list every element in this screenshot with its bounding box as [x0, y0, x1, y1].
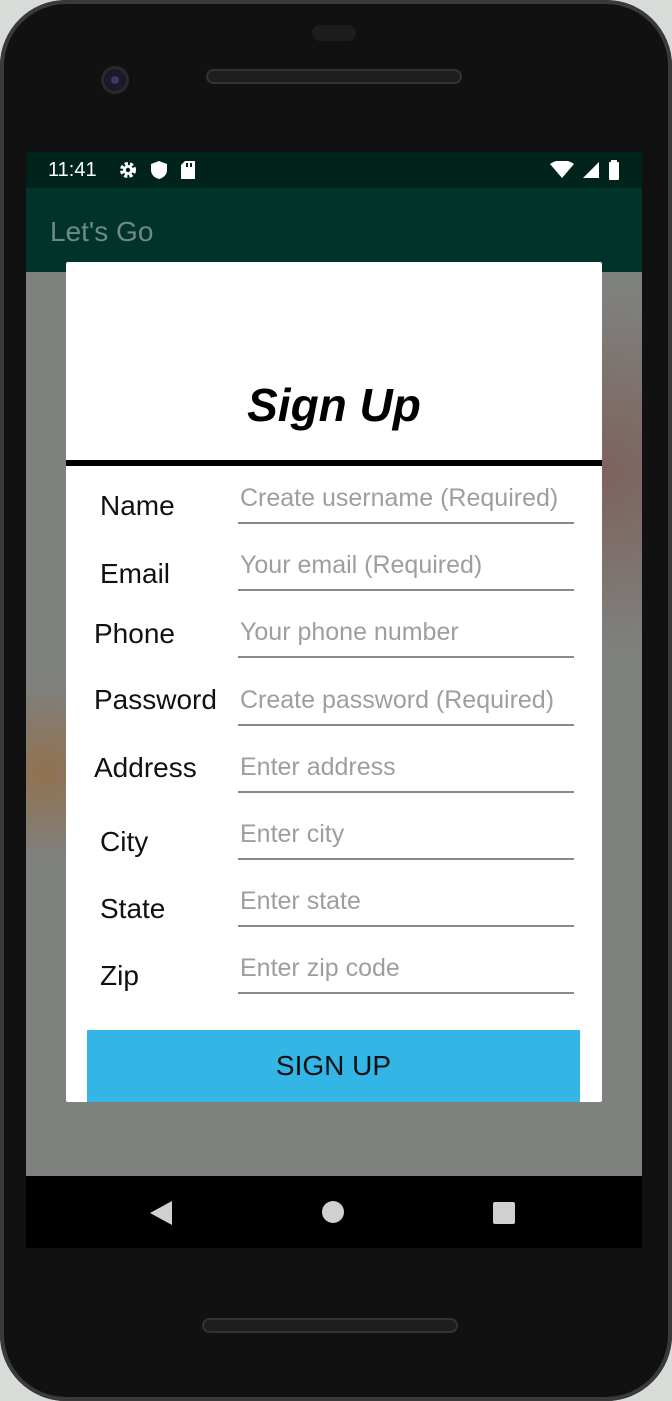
- name-row: Name: [66, 474, 602, 534]
- city-label: City: [100, 826, 149, 857]
- email-label: Email: [100, 558, 171, 589]
- wifi-icon: [550, 160, 574, 184]
- front-camera: [101, 66, 129, 94]
- name-label: Name: [100, 490, 175, 521]
- signup-dialog: Sign Up Name Email Phone Password Addres…: [66, 262, 602, 1102]
- battery-icon: [608, 160, 620, 185]
- bottom-speaker: [202, 1318, 458, 1333]
- city-row: City: [66, 812, 602, 872]
- sd-card-icon: [180, 160, 196, 185]
- home-icon[interactable]: [322, 1201, 344, 1223]
- zip-row: Zip: [66, 948, 602, 1008]
- recents-icon[interactable]: [493, 1202, 515, 1224]
- earpiece: [312, 25, 356, 41]
- zip-input[interactable]: [238, 950, 574, 994]
- address-label: Address: [94, 752, 197, 783]
- status-bar: 11:41: [26, 152, 642, 188]
- shield-icon: [150, 160, 168, 185]
- phone-row: Phone: [66, 610, 602, 670]
- status-time: 11:41: [48, 159, 97, 181]
- signal-icon: [582, 161, 600, 184]
- email-input[interactable]: [238, 547, 574, 591]
- email-row: Email: [66, 542, 602, 602]
- name-input[interactable]: [238, 480, 574, 524]
- city-input[interactable]: [238, 816, 574, 860]
- password-row: Password: [66, 676, 602, 736]
- dialog-title: Sign Up: [247, 379, 421, 431]
- sign-up-button[interactable]: SIGN UP: [87, 1030, 580, 1102]
- app-title: Let's Go: [50, 216, 154, 247]
- address-row: Address: [66, 744, 602, 804]
- state-label: State: [100, 893, 166, 924]
- phone-label: Phone: [94, 618, 175, 649]
- gear-icon: [118, 160, 138, 185]
- title-divider: [66, 460, 602, 466]
- top-speaker: [206, 69, 462, 84]
- app-bar: Let's Go: [26, 188, 642, 272]
- zip-label: Zip: [100, 960, 139, 991]
- navigation-bar: [26, 1176, 642, 1248]
- state-row: State: [66, 880, 602, 940]
- password-label: Password: [94, 684, 217, 715]
- phone-frame: 11:41 Let's Go Sign Up Name Create usern…: [0, 0, 672, 1401]
- address-input[interactable]: [238, 749, 574, 793]
- state-input[interactable]: [238, 883, 574, 927]
- phone-input[interactable]: [238, 614, 574, 658]
- back-icon[interactable]: [150, 1201, 172, 1225]
- screen: 11:41 Let's Go Sign Up Name Create usern…: [26, 152, 642, 1176]
- password-input[interactable]: [238, 682, 574, 726]
